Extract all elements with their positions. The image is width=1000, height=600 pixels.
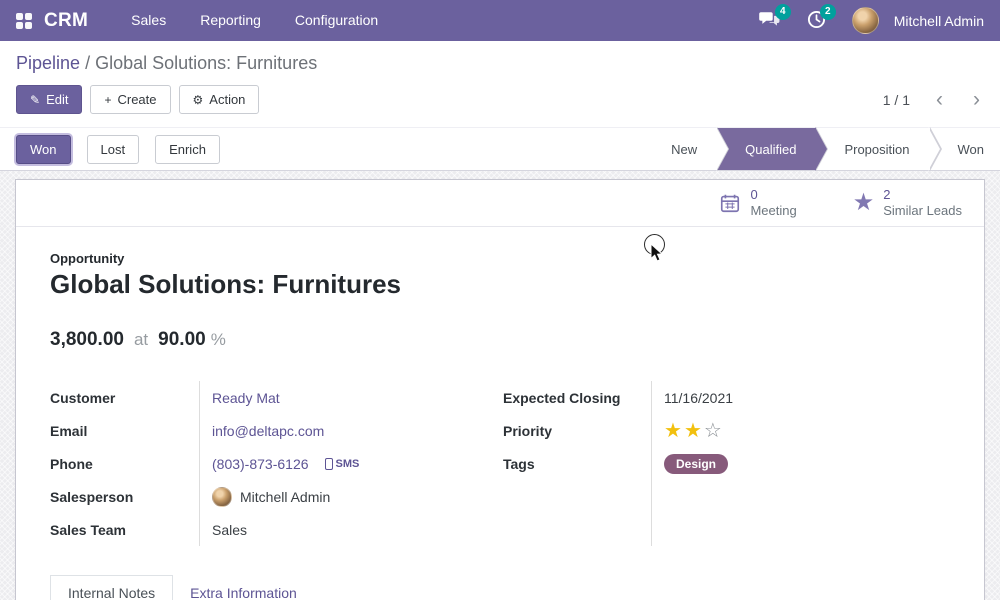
action-button-label: Action bbox=[209, 92, 245, 107]
left-field-group: Customer Email Phone Salesperson Sales T… bbox=[50, 381, 503, 546]
salesperson-avatar bbox=[212, 487, 232, 507]
stage-qualified[interactable]: Qualified bbox=[717, 128, 816, 170]
main-menu: Sales Reporting Configuration bbox=[114, 0, 395, 41]
mouse-cursor bbox=[650, 243, 665, 263]
control-panel: Pipeline / Global Solutions: Furnitures … bbox=[0, 41, 1000, 127]
pager-counter: 1 / 1 bbox=[883, 92, 910, 108]
edit-button[interactable]: ✎ Edit bbox=[16, 85, 82, 114]
activities-badge: 2 bbox=[820, 4, 836, 20]
right-labels: Expected Closing Priority Tags bbox=[503, 381, 651, 546]
similar-leads-label: Similar Leads bbox=[883, 203, 962, 219]
sms-button[interactable]: SMS bbox=[325, 458, 360, 470]
right-field-group: Expected Closing Priority Tags 11/16/202… bbox=[503, 381, 984, 546]
tab-extra-information[interactable]: Extra Information bbox=[173, 576, 314, 600]
pager-prev-icon[interactable]: ‹ bbox=[932, 89, 947, 110]
apps-grid-icon[interactable] bbox=[16, 13, 32, 29]
expected-revenue[interactable]: 3,800.00 bbox=[50, 329, 124, 351]
top-navbar: CRM Sales Reporting Configuration 4 2 Mi… bbox=[0, 0, 1000, 41]
notebook-tabs: Internal Notes Extra Information bbox=[50, 575, 984, 600]
customer-label: Customer bbox=[50, 381, 199, 414]
breadcrumb-current: Global Solutions: Furnitures bbox=[95, 53, 317, 73]
user-avatar[interactable] bbox=[852, 7, 879, 34]
sales-team-value[interactable]: Sales bbox=[212, 522, 247, 538]
star-icon: ★ bbox=[853, 191, 875, 215]
create-button-label: Create bbox=[117, 92, 156, 107]
messages-button[interactable]: 4 bbox=[749, 6, 791, 35]
mobile-phone-icon bbox=[325, 458, 333, 470]
meeting-label: Meeting bbox=[750, 203, 796, 219]
stage-new[interactable]: New bbox=[643, 128, 717, 170]
stat-button-box: 0 Meeting ★ 2 Similar Leads bbox=[16, 180, 984, 227]
user-menu[interactable]: Mitchell Admin bbox=[894, 13, 984, 29]
stage-proposition[interactable]: Proposition bbox=[816, 128, 929, 170]
expected-closing-value[interactable]: 11/16/2021 bbox=[664, 390, 733, 406]
main-content: 0 Meeting ★ 2 Similar Leads Opportunity … bbox=[0, 171, 1000, 600]
statusbar: Won Lost Enrich New Qualified Propositio… bbox=[0, 127, 1000, 171]
star-empty-icon[interactable]: ☆ bbox=[704, 421, 722, 441]
expected-closing-label: Expected Closing bbox=[503, 381, 651, 414]
pager-next-icon[interactable]: › bbox=[969, 89, 984, 110]
similar-leads-count: 2 bbox=[883, 187, 962, 203]
enrich-button[interactable]: Enrich bbox=[155, 135, 220, 164]
mark-won-button[interactable]: Won bbox=[16, 135, 71, 164]
similar-leads-stat-text: 2 Similar Leads bbox=[883, 187, 962, 220]
breadcrumb-separator: / bbox=[85, 53, 90, 73]
activities-button[interactable]: 2 bbox=[797, 6, 836, 36]
left-values: Ready Mat info@deltapc.com (803)-873-612… bbox=[199, 381, 503, 546]
star-filled-icon[interactable]: ★ bbox=[684, 421, 702, 441]
probability[interactable]: 90.00 bbox=[158, 329, 206, 351]
menu-sales[interactable]: Sales bbox=[114, 0, 183, 41]
menu-reporting[interactable]: Reporting bbox=[183, 0, 278, 41]
right-values: 11/16/2021 ★ ★ ☆ Design bbox=[651, 381, 954, 546]
form-sheet: Opportunity Global Solutions: Furnitures… bbox=[16, 227, 984, 600]
meeting-count: 0 bbox=[750, 187, 796, 203]
star-filled-icon[interactable]: ★ bbox=[664, 421, 682, 441]
tag-design[interactable]: Design bbox=[664, 454, 728, 474]
edit-button-label: Edit bbox=[46, 92, 68, 107]
meeting-stat-button[interactable]: 0 Meeting bbox=[719, 187, 796, 220]
percent-sign: % bbox=[211, 330, 226, 350]
opportunity-title[interactable]: Global Solutions: Furnitures bbox=[50, 269, 984, 300]
left-labels: Customer Email Phone Salesperson Sales T… bbox=[50, 381, 199, 546]
action-button[interactable]: ⚙ Action bbox=[179, 85, 260, 114]
breadcrumb-pipeline-link[interactable]: Pipeline bbox=[16, 53, 80, 73]
tab-internal-notes[interactable]: Internal Notes bbox=[50, 575, 173, 600]
record-type-label: Opportunity bbox=[50, 251, 984, 266]
stage-pipeline: New Qualified Proposition Won bbox=[643, 128, 1000, 170]
customer-value[interactable]: Ready Mat bbox=[212, 390, 280, 406]
revenue-row: 3,800.00 at 90.00 % bbox=[50, 329, 984, 351]
email-label: Email bbox=[50, 414, 199, 447]
plus-icon: + bbox=[104, 94, 111, 106]
similar-leads-stat-button[interactable]: ★ 2 Similar Leads bbox=[853, 187, 962, 220]
control-panel-buttons: ✎ Edit + Create ⚙ Action 1 / 1 ‹ › bbox=[16, 85, 984, 127]
salesperson-value[interactable]: Mitchell Admin bbox=[240, 489, 330, 505]
menu-configuration[interactable]: Configuration bbox=[278, 0, 395, 41]
meeting-stat-text: 0 Meeting bbox=[750, 187, 796, 220]
calendar-icon bbox=[719, 192, 741, 214]
field-groups: Customer Email Phone Salesperson Sales T… bbox=[50, 381, 984, 546]
messages-badge: 4 bbox=[775, 4, 791, 20]
sales-team-label: Sales Team bbox=[50, 513, 199, 546]
priority-stars: ★ ★ ☆ bbox=[664, 414, 954, 447]
phone-label: Phone bbox=[50, 447, 199, 480]
salesperson-label: Salesperson bbox=[50, 480, 199, 513]
tags-label: Tags bbox=[503, 447, 651, 480]
pager: 1 / 1 ‹ › bbox=[883, 89, 984, 110]
topbar-right: 4 2 Mitchell Admin bbox=[749, 6, 984, 36]
gear-icon: ⚙ bbox=[193, 94, 204, 106]
pencil-icon: ✎ bbox=[30, 94, 40, 106]
priority-label: Priority bbox=[503, 414, 651, 447]
email-value[interactable]: info@deltapc.com bbox=[212, 423, 324, 439]
mark-lost-button[interactable]: Lost bbox=[87, 135, 140, 164]
phone-value[interactable]: (803)-873-6126 bbox=[212, 456, 309, 472]
at-label: at bbox=[134, 330, 148, 350]
sms-label: SMS bbox=[336, 458, 360, 470]
app-name[interactable]: CRM bbox=[44, 10, 88, 32]
breadcrumb: Pipeline / Global Solutions: Furnitures bbox=[16, 53, 984, 74]
create-button[interactable]: + Create bbox=[90, 85, 170, 114]
opportunity-form-card: 0 Meeting ★ 2 Similar Leads Opportunity … bbox=[15, 179, 985, 600]
